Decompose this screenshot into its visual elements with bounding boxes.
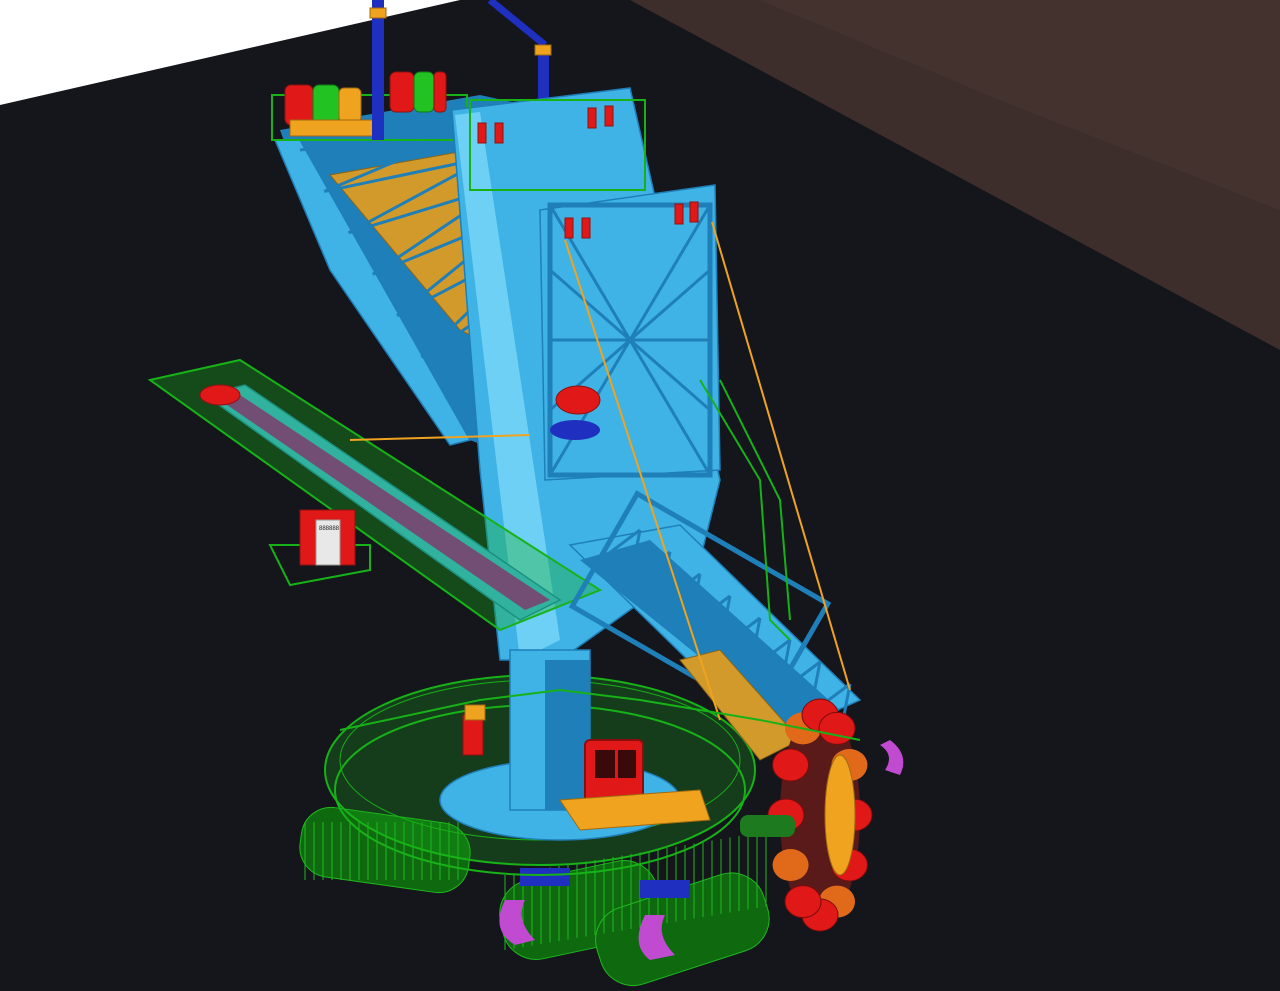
excavator-model-scene[interactable]: 888888: [0, 0, 1280, 991]
bucket: [784, 885, 822, 919]
bucket: [772, 748, 810, 782]
cad-viewport[interactable]: 888888: [0, 0, 1280, 991]
bucket: [772, 849, 809, 881]
pad-tag-text: 888888: [319, 526, 340, 532]
bucket: [818, 711, 856, 745]
